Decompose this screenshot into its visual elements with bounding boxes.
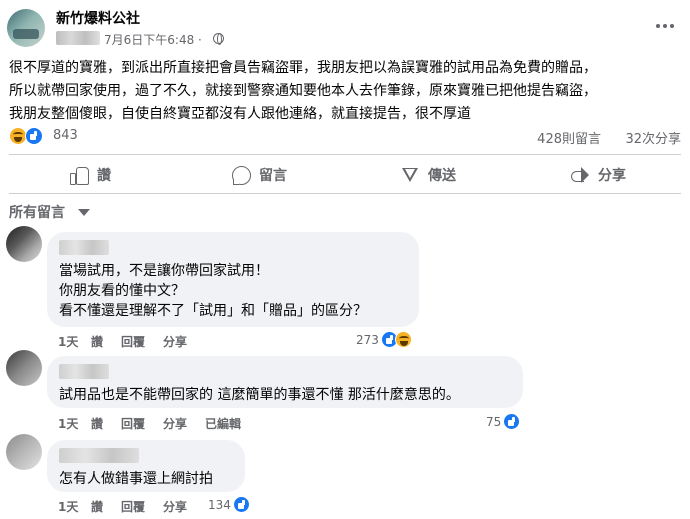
comment-bubble-icon — [231, 165, 251, 185]
like-button[interactable]: 讚 — [69, 158, 111, 192]
post-text-line: 很不厚道的寶雅，到派出所直接把會員告竊盜罪，我朋友把以為誤寶雅的試用品為免費的贈… — [9, 60, 597, 76]
thumb-up-icon — [69, 165, 89, 185]
send-button[interactable]: 傳送 — [400, 158, 456, 192]
post-text-line: 我朋友整個傻眼，自使自終寶亞都沒有人跟他連絡，就直接提告，很不厚道 — [9, 106, 471, 122]
divider — [9, 154, 681, 155]
share-count[interactable]: 32次分享 — [625, 128, 681, 147]
comment-share-button[interactable]: 分享 — [163, 333, 187, 350]
comment-bubble: 試用品也是不能帶回家的 這麼簡單的事還不懂 那活什麼意思的。 — [47, 356, 523, 408]
post-header: 新竹爆料公社 7月6日下午6:48 · — [0, 0, 690, 52]
comment-reaction-count: 75 — [486, 414, 502, 429]
page-avatar[interactable] — [7, 9, 45, 47]
comment-text-line: 看不懂還是理解不了「試用」和「贈品」的區分？ — [59, 303, 367, 319]
comment-reactions[interactable]: 273 — [356, 331, 412, 348]
comment-edited-label[interactable]: 已編輯 — [205, 415, 241, 432]
share-label: 分享 — [598, 168, 626, 184]
like-reaction-icon — [503, 413, 521, 430]
like-reaction-icon — [232, 496, 250, 513]
blurred-commenter-name[interactable] — [59, 448, 139, 463]
post-action-bar: 讚 留言 傳送 分享 — [9, 158, 681, 192]
blurred-poster-name — [56, 31, 100, 45]
send-label: 傳送 — [428, 168, 456, 184]
blurred-commenter-name[interactable] — [59, 364, 109, 379]
comment-like-button[interactable]: 讚 — [91, 333, 103, 350]
dot-icon — [663, 24, 667, 28]
haha-reaction-icon — [394, 331, 412, 348]
dot-icon — [656, 24, 660, 28]
commenter-avatar[interactable] — [6, 226, 42, 262]
comment-like-button[interactable]: 讚 — [91, 498, 103, 515]
comment-text-line: 怎有人做錯事還上網討拍 — [59, 471, 213, 487]
share-arrow-icon — [570, 165, 590, 185]
send-icon — [400, 165, 420, 185]
reaction-summary: 843 428則留言 32次分享 — [9, 125, 681, 147]
comment-reply-button[interactable]: 回覆 — [121, 498, 145, 515]
globe-icon — [213, 33, 224, 45]
like-reaction-icon[interactable] — [25, 127, 43, 145]
page-name[interactable]: 新竹爆料公社 — [56, 8, 140, 28]
post-text-line: 所以就帶回家使用，過了不久，就接到警察通知要他本人去作筆錄，原來寶雅已把他提告竊… — [9, 83, 597, 99]
comment-timestamp[interactable]: 1天 — [58, 415, 78, 432]
post-timestamp[interactable]: 7月6日下午6:48 · — [104, 31, 202, 48]
comment-share-button[interactable]: 分享 — [163, 498, 187, 515]
comment-bubble: 怎有人做錯事還上網討拍 — [47, 440, 245, 492]
comment-timestamp[interactable]: 1天 — [58, 498, 78, 515]
comment-reaction-count: 134 — [208, 497, 231, 512]
commenter-avatar[interactable] — [6, 350, 42, 386]
comment-sort-label[interactable]: 所有留言 — [9, 202, 65, 222]
comment-label: 留言 — [259, 168, 287, 184]
comment-timestamp[interactable]: 1天 — [58, 333, 78, 350]
comment-text-line: 當場試用，不是讓你帶回家試用！ — [59, 263, 269, 279]
reaction-count[interactable]: 843 — [53, 128, 78, 143]
comment-count[interactable]: 428則留言 — [537, 128, 601, 147]
comment-text-line: 試用品也是不能帶回家的 這麼簡單的事還不懂 那活什麼意思的。 — [59, 387, 460, 403]
comment-reaction-count: 273 — [356, 332, 379, 347]
like-label: 讚 — [97, 168, 111, 184]
comment-reply-button[interactable]: 回覆 — [121, 415, 145, 432]
comment-button[interactable]: 留言 — [231, 158, 287, 192]
comment-like-button[interactable]: 讚 — [91, 415, 103, 432]
dot-icon — [670, 24, 674, 28]
post-text: 很不厚道的寶雅，到派出所直接把會員告竊盜罪，我朋友把以為誤寶雅的試用品為免費的贈… — [9, 57, 684, 126]
chevron-down-icon[interactable] — [78, 209, 90, 216]
share-button[interactable]: 分享 — [570, 158, 626, 192]
more-options-button[interactable] — [650, 14, 680, 38]
comment-bubble: 當場試用，不是讓你帶回家試用！ 你朋友看的懂中文？ 看不懂還是理解不了「試用」和… — [47, 232, 419, 327]
comment-text-line: 你朋友看的懂中文？ — [59, 283, 185, 299]
comment-reply-button[interactable]: 回覆 — [121, 333, 145, 350]
blurred-commenter-name[interactable] — [59, 240, 109, 255]
divider — [9, 193, 681, 194]
comment-reactions[interactable]: 134 — [208, 496, 250, 513]
comment-share-button[interactable]: 分享 — [163, 415, 187, 432]
commenter-avatar[interactable] — [6, 434, 42, 470]
comment-reactions[interactable]: 75 — [486, 413, 521, 430]
